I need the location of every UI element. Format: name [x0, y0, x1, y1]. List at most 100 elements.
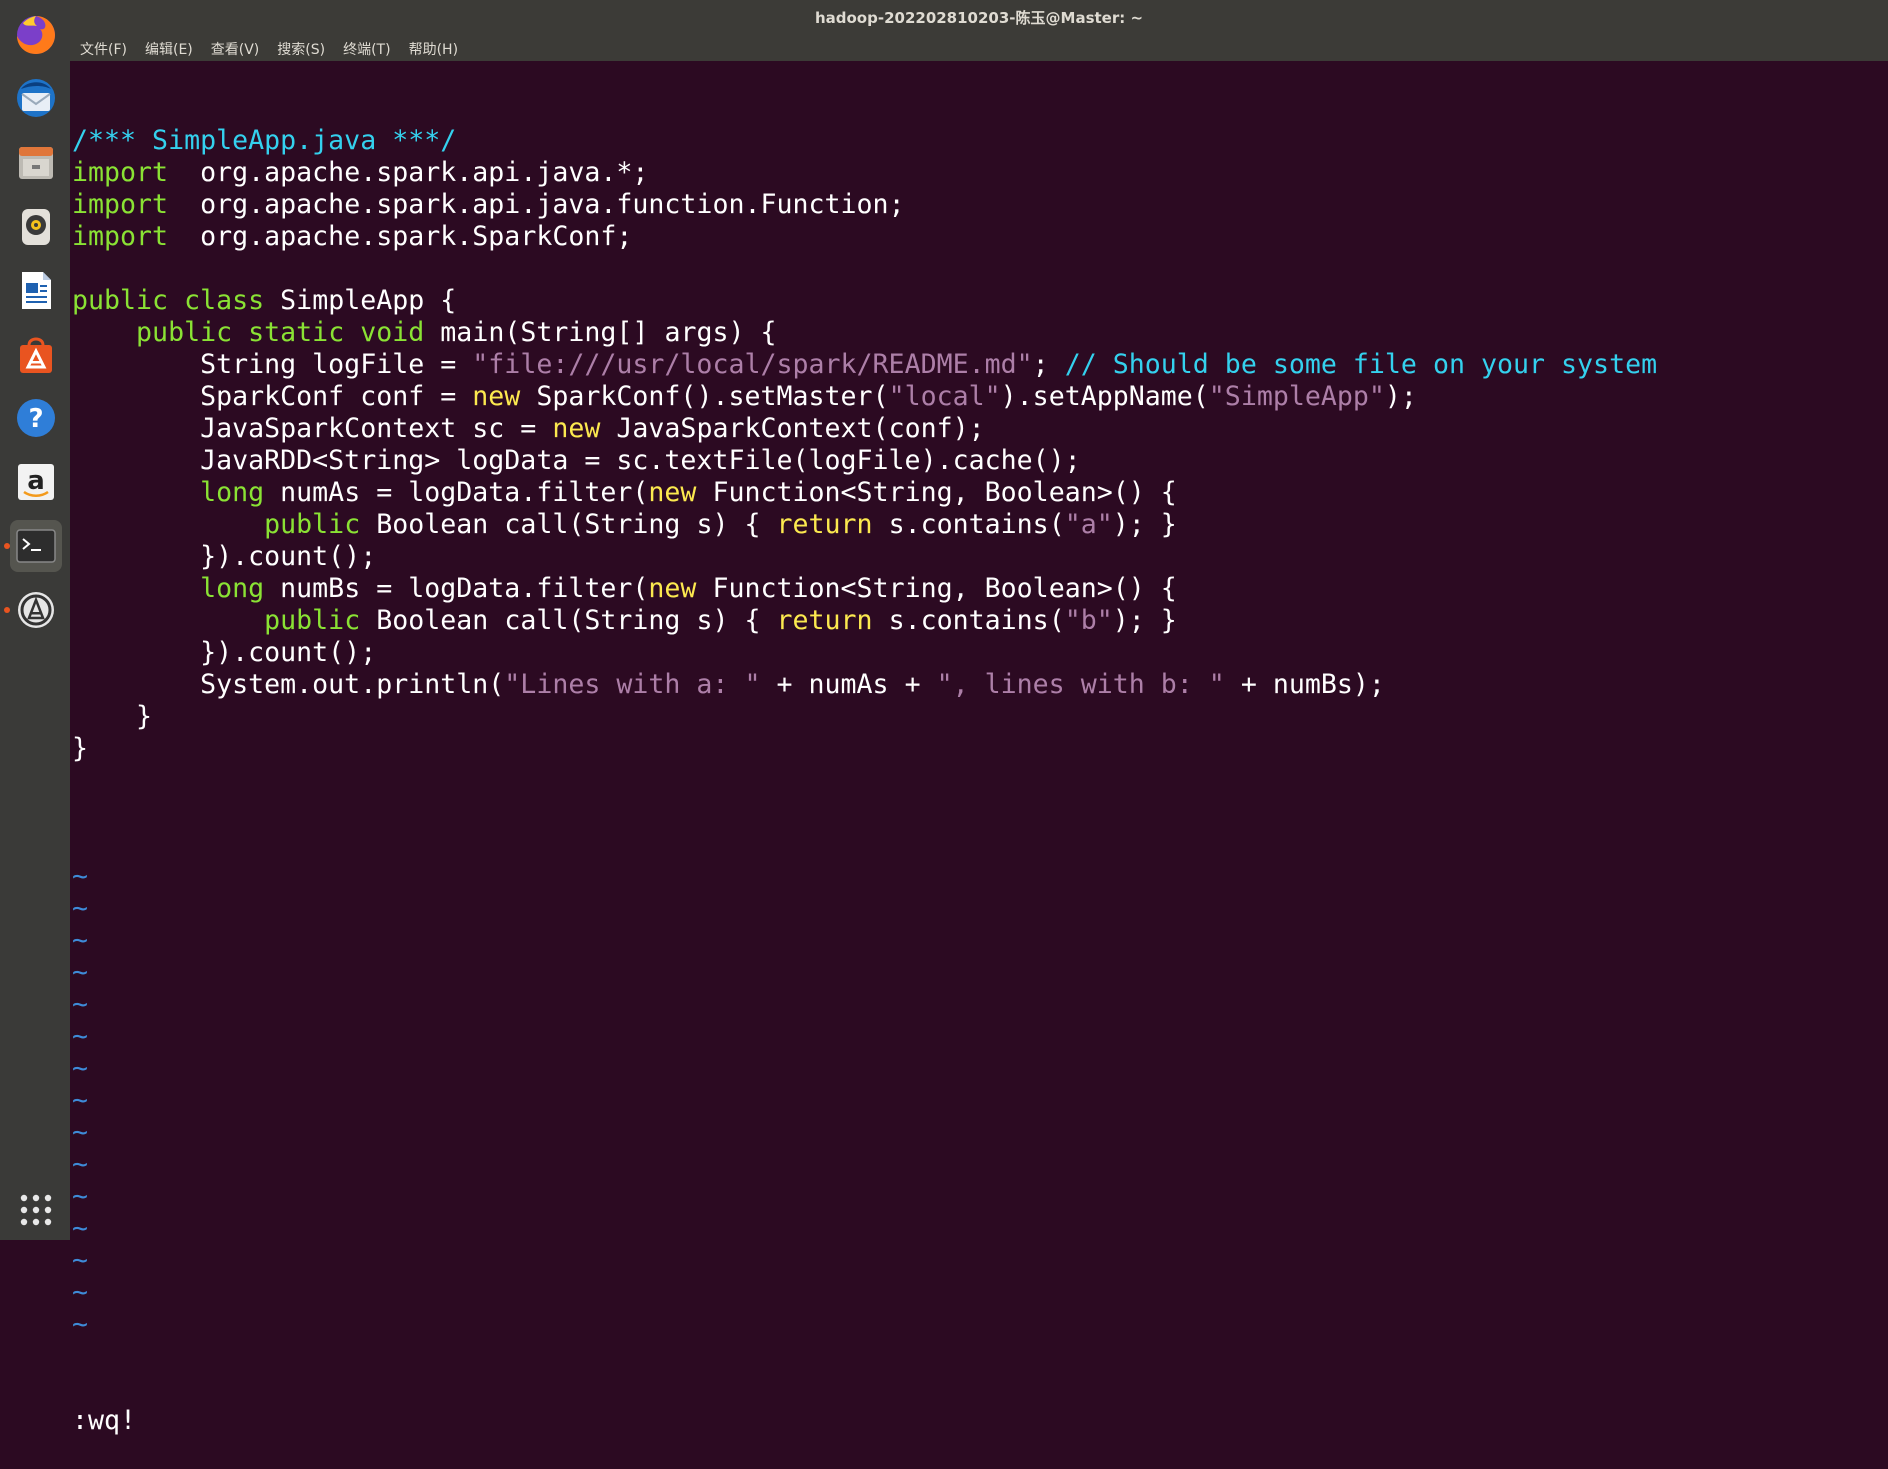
code-token: import: [72, 189, 169, 220]
code-token: String logFile =: [72, 349, 473, 380]
code-token: import: [72, 221, 169, 252]
code-token: ); }: [1112, 509, 1177, 540]
code-line: /*** SimpleApp.java ***/: [72, 125, 1888, 157]
code-line: }: [72, 733, 1888, 765]
code-line: System.out.println("Lines with a: " + nu…: [72, 669, 1888, 701]
menu-terminal[interactable]: 终端(T): [341, 39, 392, 59]
menu-edit[interactable]: 编辑(E): [143, 39, 195, 59]
code-token: new: [552, 413, 601, 444]
code-token: org.apache.spark.api.java.*;: [168, 157, 649, 188]
amazon-icon[interactable]: a: [10, 456, 62, 508]
code-token: JavaRDD<String> logData = sc.textFile(lo…: [72, 445, 1081, 476]
show-apps-icon[interactable]: [10, 1184, 62, 1236]
menu-bar: 文件(F) 编辑(E) 查看(V) 搜索(S) 终端(T) 帮助(H): [70, 36, 1888, 61]
code-token: long: [200, 573, 265, 604]
menu-file[interactable]: 文件(F): [78, 39, 129, 59]
code-token: ", lines with b: ": [936, 669, 1225, 700]
code-token: org.apache.spark.SparkConf;: [168, 221, 633, 252]
software-updater-icon[interactable]: [10, 584, 62, 636]
code-token: }: [72, 733, 89, 764]
rhythmbox-icon[interactable]: [10, 200, 62, 252]
code-token: public: [264, 509, 361, 540]
code-line: public Boolean call(String s) { return s…: [72, 605, 1888, 637]
empty-line-marker: ~: [72, 1277, 89, 1308]
empty-line-marker: ~: [72, 957, 89, 988]
code-token: long: [200, 477, 265, 508]
code-token: "file:///usr/local/spark/README.md": [472, 349, 1033, 380]
code-token: ).setAppName(: [1000, 381, 1209, 412]
code-token: void: [360, 317, 425, 348]
thunderbird-icon[interactable]: [10, 72, 62, 124]
window-title: hadoop-202202810203-陈玉@Master: ~: [70, 0, 1888, 38]
empty-line-marker: ~: [72, 1309, 89, 1340]
code-token: Function<String, Boolean>() {: [696, 573, 1177, 604]
menu-view[interactable]: 查看(V): [209, 39, 262, 59]
empty-line-marker: ~: [72, 1085, 89, 1116]
code-area[interactable]: /*** SimpleApp.java ***/import org.apach…: [72, 125, 1888, 797]
code-token: SparkConf conf =: [72, 381, 473, 412]
code-token: ); }: [1112, 605, 1177, 636]
code-token: System.out.println(: [72, 669, 505, 700]
empty-line-marker: ~: [72, 1245, 89, 1276]
empty-line-marker: ~: [72, 861, 89, 892]
svg-text:?: ?: [28, 404, 43, 434]
code-line: JavaRDD<String> logData = sc.textFile(lo…: [72, 445, 1888, 477]
code-line: public Boolean call(String s) { return s…: [72, 509, 1888, 541]
code-line: }).count();: [72, 541, 1888, 573]
firefox-icon[interactable]: [10, 8, 62, 60]
code-line: import org.apache.spark.SparkConf;: [72, 221, 1888, 253]
code-line: public class SimpleApp {: [72, 285, 1888, 317]
code-token: ;: [1032, 349, 1065, 380]
code-token: import: [72, 157, 169, 188]
code-token: return: [776, 605, 873, 636]
code-line: String logFile = "file:///usr/local/spar…: [72, 349, 1888, 381]
code-token: new: [648, 477, 697, 508]
code-token: return: [776, 509, 873, 540]
code-token: new: [472, 381, 521, 412]
launcher: ? a: [0, 0, 71, 1240]
code-token: Function<String, Boolean>() {: [696, 477, 1177, 508]
code-token: }).count();: [72, 541, 377, 572]
code-line: public static void main(String[] args) {: [72, 317, 1888, 349]
help-icon[interactable]: ?: [10, 392, 62, 444]
empty-line-marker: ~: [72, 925, 89, 956]
code-token: // Should be some file on your system: [1064, 349, 1658, 380]
code-token: class: [184, 285, 265, 316]
code-token: /*** SimpleApp.java ***/: [72, 125, 457, 156]
empty-line-marker: ~: [72, 893, 89, 924]
code-token: new: [648, 573, 697, 604]
code-line: SparkConf conf = new SparkConf().setMast…: [72, 381, 1888, 413]
empty-line-marker: ~: [72, 1053, 89, 1084]
code-line: }).count();: [72, 637, 1888, 669]
terminal-editor[interactable]: /*** SimpleApp.java ***/import org.apach…: [70, 61, 1888, 1436]
empty-line-marker: ~: [72, 989, 89, 1020]
files-icon[interactable]: [10, 136, 62, 188]
empty-line-marker: ~: [72, 1213, 89, 1244]
code-token: s.contains(: [872, 605, 1065, 636]
terminal-icon[interactable]: [10, 520, 62, 572]
code-line: long numBs = logData.filter(new Function…: [72, 573, 1888, 605]
menu-search[interactable]: 搜索(S): [275, 39, 327, 59]
libreoffice-writer-icon[interactable]: [10, 264, 62, 316]
code-token: }: [72, 701, 153, 732]
code-line: import org.apache.spark.api.java.*;: [72, 157, 1888, 189]
menu-help[interactable]: 帮助(H): [407, 39, 460, 59]
empty-line-marker: ~: [72, 1117, 89, 1148]
empty-line-marker: ~: [72, 1181, 89, 1212]
code-token: s.contains(: [872, 509, 1065, 540]
code-token: JavaSparkContext(conf);: [600, 413, 985, 444]
code-token: numBs = logData.filter(: [264, 573, 649, 604]
code-token: "SimpleApp": [1208, 381, 1385, 412]
code-token: SimpleApp {: [264, 285, 457, 316]
vim-command-line[interactable]: :wq!: [72, 1405, 1888, 1437]
code-line: long numAs = logData.filter(new Function…: [72, 477, 1888, 509]
code-line: import org.apache.spark.api.java.functio…: [72, 189, 1888, 221]
empty-buffer-lines: ~ ~ ~ ~ ~ ~ ~ ~ ~ ~ ~ ~ ~ ~ ~: [72, 861, 1888, 1341]
software-center-icon[interactable]: [10, 328, 62, 380]
